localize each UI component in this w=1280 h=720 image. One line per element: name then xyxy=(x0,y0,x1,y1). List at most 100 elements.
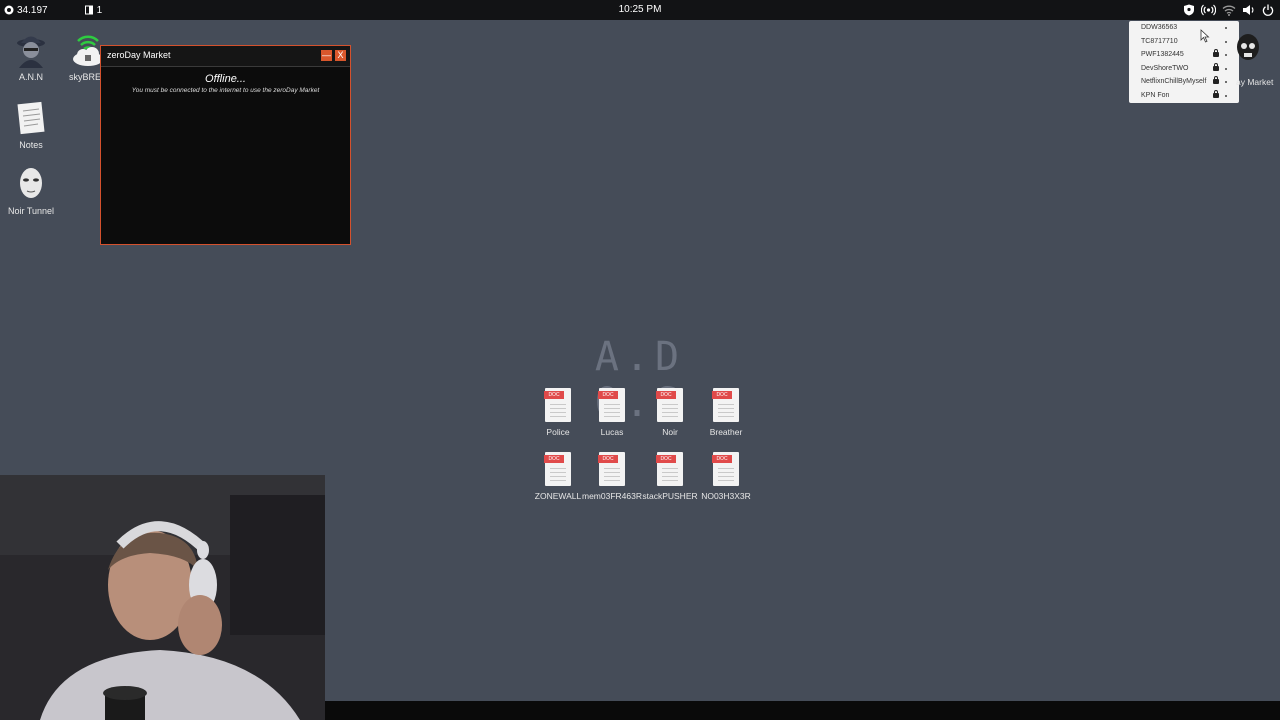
power-icon[interactable] xyxy=(1262,4,1274,16)
desktop-icon-label: Notes xyxy=(19,140,43,150)
notes-counter: 1 xyxy=(96,4,103,16)
document-label: stackPUSHER xyxy=(642,491,698,501)
signal-dot-icon xyxy=(1225,40,1227,43)
document-line xyxy=(718,404,734,405)
document-line xyxy=(550,404,566,405)
bottom-bar xyxy=(325,701,1280,720)
wifi-network-name: DevShoreTWO xyxy=(1141,64,1189,72)
coin-icon xyxy=(4,5,14,15)
document-badge: DOC xyxy=(598,391,618,399)
document-label: Police xyxy=(546,427,570,437)
document-icon: DOC xyxy=(544,452,571,486)
document-icon xyxy=(84,5,93,15)
document-icon: DOC xyxy=(598,452,625,486)
document-badge: DOC xyxy=(598,455,618,463)
webcam-overlay xyxy=(0,475,325,720)
document-label: NO03H3X3R xyxy=(701,491,751,501)
wifi-network-item[interactable]: DevShoreTWO xyxy=(1141,62,1233,75)
minimize-button[interactable]: — xyxy=(321,50,332,61)
volume-icon[interactable] xyxy=(1242,4,1256,16)
mouse-cursor-icon xyxy=(1200,29,1210,43)
document-icon: DOC xyxy=(598,388,625,422)
wifi-network-item[interactable]: KPN Fon xyxy=(1141,89,1233,102)
document-line xyxy=(662,476,678,477)
wifi-network-name: TC8717710 xyxy=(1141,37,1178,45)
wifi-network-name: NetflixnChillByMyself xyxy=(1141,78,1207,85)
wifi-network-menu: DDW36563 TC8717710 PWF1382445 DevShoreTWO Ne… xyxy=(1129,21,1239,103)
notes-widget[interactable]: 1 xyxy=(84,4,103,16)
skull-icon[interactable] xyxy=(1235,32,1261,66)
document-icon: DOC xyxy=(656,388,683,422)
mask-icon xyxy=(20,168,42,198)
document-file-police[interactable]: DOC Police xyxy=(527,388,589,437)
taskbar-left: 34.197 1 xyxy=(4,0,102,20)
document-line xyxy=(550,468,566,469)
wifi-icon[interactable] xyxy=(1222,4,1236,16)
document-badge: DOC xyxy=(656,391,676,399)
document-line xyxy=(550,416,566,417)
document-file-lucas[interactable]: DOC Lucas xyxy=(581,388,643,437)
document-line xyxy=(604,480,620,481)
document-line xyxy=(604,408,620,409)
document-badge: DOC xyxy=(712,391,732,399)
desktop-icon-ann[interactable]: A.N.N xyxy=(0,32,62,82)
lock-icon xyxy=(1213,49,1219,57)
clock[interactable]: 10:25 PM xyxy=(619,4,662,15)
document-label: ZONEWALL xyxy=(534,491,582,501)
document-line xyxy=(550,412,566,413)
close-button[interactable]: X xyxy=(335,50,346,61)
balance-widget[interactable]: 34.197 xyxy=(4,5,48,16)
streamer-photo xyxy=(0,475,325,720)
document-file-noir[interactable]: DOC Noir xyxy=(639,388,701,437)
wifi-network-item[interactable]: NetflixnChillByMyself xyxy=(1141,76,1233,88)
document-icon: DOC xyxy=(544,388,571,422)
signal-dot-icon xyxy=(1225,81,1227,83)
document-line xyxy=(662,416,678,417)
document-file-mem03fr463r[interactable]: DOC mem03FR463R xyxy=(581,452,643,501)
document-line xyxy=(718,412,734,413)
document-line xyxy=(718,468,734,469)
offline-title: Offline... xyxy=(205,73,246,85)
document-file-no03h3x3r[interactable]: DOC NO03H3X3R xyxy=(695,452,757,501)
document-badge: DOC xyxy=(712,455,732,463)
signal-dot-icon xyxy=(1225,94,1227,97)
desktop-icon-label[interactable]: ay Market xyxy=(1236,77,1273,87)
document-line xyxy=(662,408,678,409)
desktop-icon-noir-tunnel[interactable]: Noir Tunnel xyxy=(0,166,62,216)
document-line xyxy=(550,472,566,473)
document-badge: DOC xyxy=(544,455,564,463)
desktop-icon-label: A.N.N xyxy=(18,72,43,82)
lock-icon xyxy=(1213,76,1219,84)
zeroday-market-window: zeroDay Market — X Offline... You must b… xyxy=(100,45,351,245)
system-tray xyxy=(1183,0,1274,20)
signal-dot-icon xyxy=(1225,67,1227,70)
document-line xyxy=(604,416,620,417)
document-file-breather[interactable]: DOC Breather xyxy=(695,388,757,437)
shield-icon[interactable] xyxy=(1183,4,1195,16)
desktop-icon-label: Noir Tunnel xyxy=(7,206,55,216)
wifi-network-item[interactable]: DDW36563 xyxy=(1141,22,1233,34)
document-label: Noir xyxy=(662,427,678,437)
wifi-network-item[interactable]: TC8717710 xyxy=(1141,36,1233,48)
wifi-network-name: PWF1382445 xyxy=(1141,51,1184,58)
document-line xyxy=(718,476,734,477)
offline-message: You must be connected to the internet to… xyxy=(131,87,320,94)
document-line xyxy=(662,412,678,413)
document-file-stackpusher[interactable]: DOC stackPUSHER xyxy=(639,452,701,501)
window-titlebar[interactable]: zeroDay Market — X xyxy=(101,46,350,67)
document-line xyxy=(604,468,620,469)
document-line xyxy=(662,480,678,481)
signal-dot-icon xyxy=(1225,54,1227,56)
document-line xyxy=(662,404,678,405)
document-line xyxy=(718,416,734,417)
document-label: Breather xyxy=(709,427,743,437)
document-line xyxy=(604,476,620,477)
document-line xyxy=(604,412,620,413)
broadcast-icon[interactable] xyxy=(1201,4,1216,16)
balance-value: 34.197 xyxy=(17,4,48,16)
wifi-network-item[interactable]: PWF1382445 xyxy=(1141,49,1233,61)
desktop-icon-notes[interactable]: Notes xyxy=(0,100,62,150)
document-file-zonewall[interactable]: DOC ZONEWALL xyxy=(527,452,589,501)
document-line xyxy=(604,404,620,405)
document-badge: DOC xyxy=(656,455,676,463)
